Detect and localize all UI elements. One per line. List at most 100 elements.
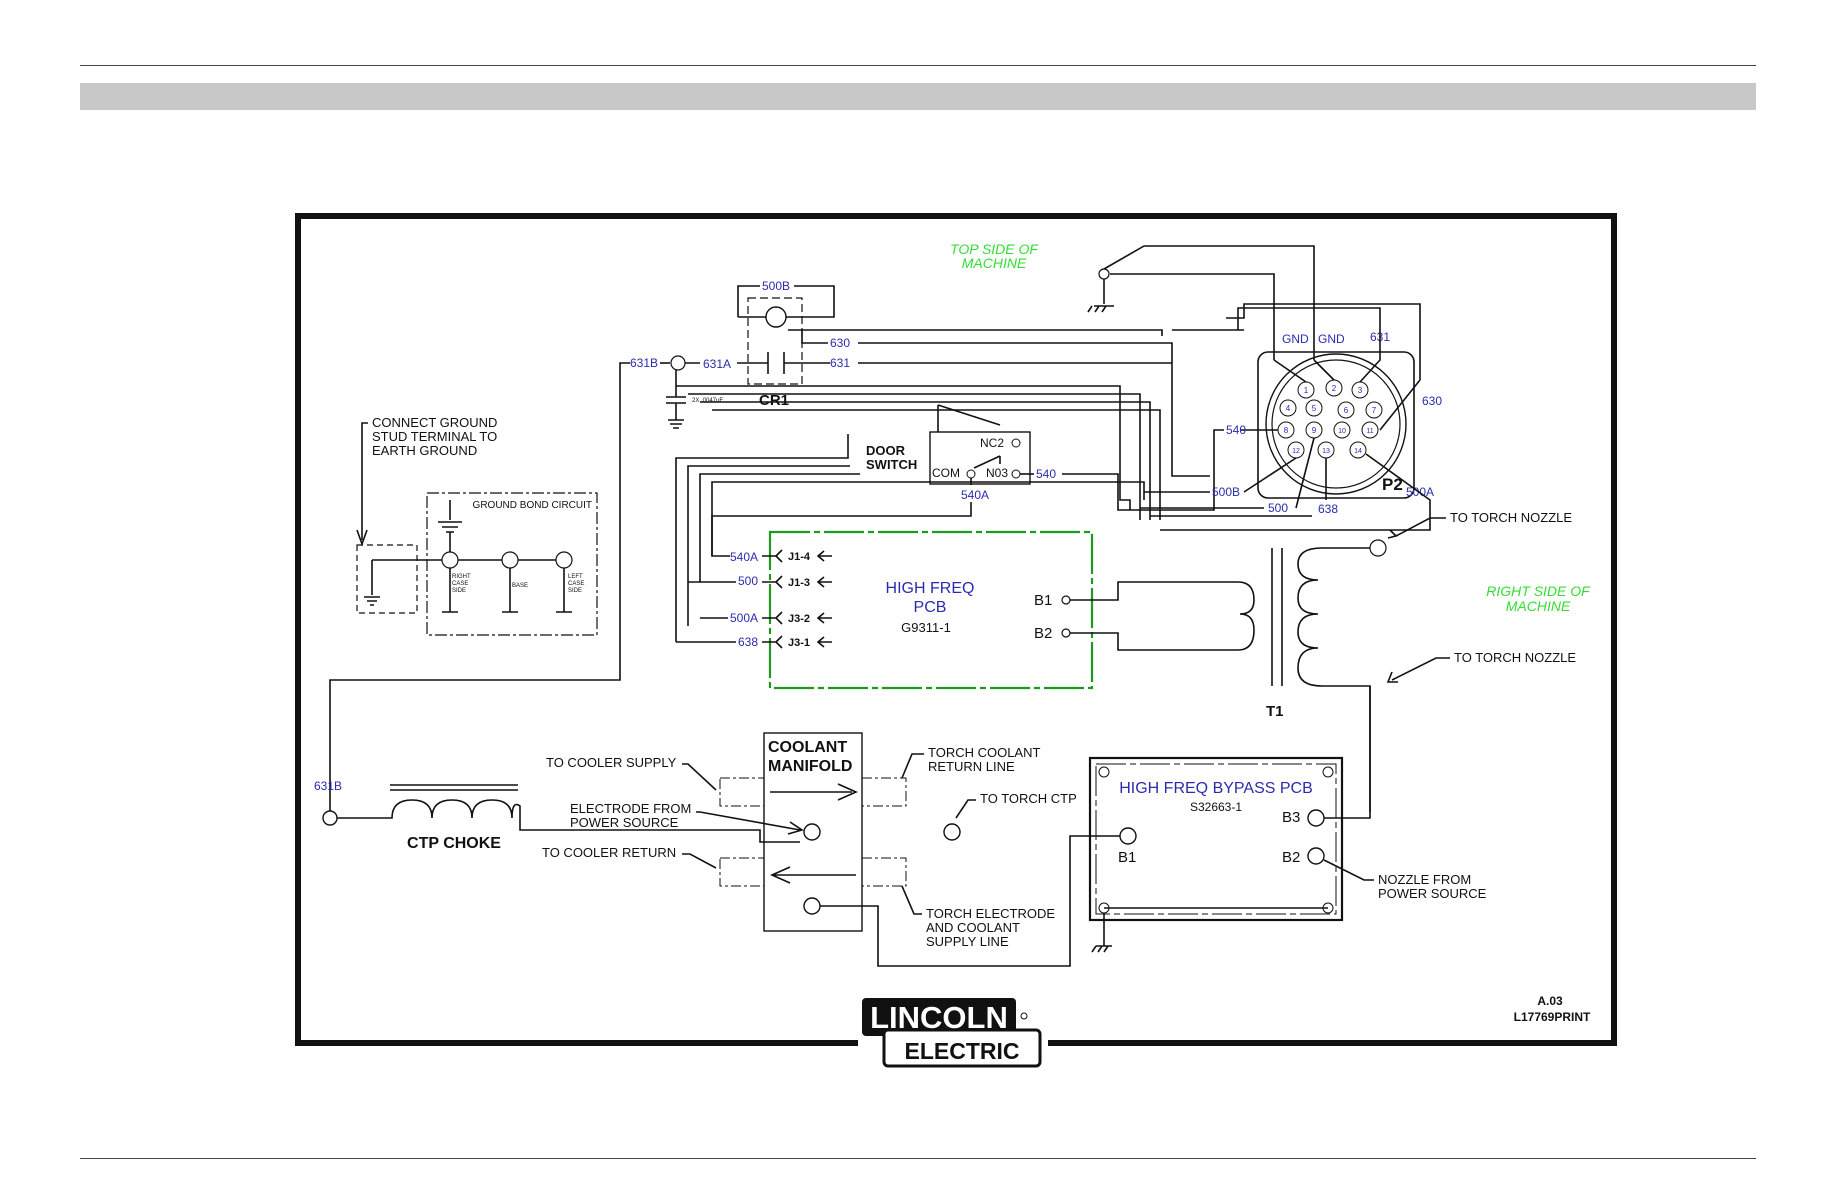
hf-pin-j3-1: J3-1 <box>788 637 810 649</box>
wire-540-switch-label: 540 <box>1036 467 1056 481</box>
bypass-pcb-part: S32663-1 <box>1190 800 1242 814</box>
bypass-pcb-b1: B1 <box>1118 849 1136 866</box>
print-id-label: L17769PRINT <box>1514 1010 1591 1024</box>
torch-electrode-fitting <box>803 897 821 915</box>
svg-text:11: 11 <box>1366 428 1373 435</box>
p2-pin-8: 8 <box>1277 421 1295 439</box>
lincoln-electric-logo: LINCOLN ELECTRIC <box>858 998 1048 1068</box>
door-switch-com: COM <box>932 466 960 480</box>
wire-631A-label: 631A <box>703 357 731 371</box>
p2-pin-3: 3 <box>1351 381 1369 399</box>
torch-coolant-return-2: RETURN LINE <box>928 759 1015 774</box>
p2-pin-9: 9 <box>1305 421 1323 439</box>
wire-540-p2-label: 540 <box>1226 423 1246 437</box>
svg-text:6: 6 <box>1344 406 1349 415</box>
svg-text:CASE: CASE <box>568 581 584 587</box>
hf-pcb-title-2: PCB <box>914 599 947 616</box>
ground-point-left-case <box>555 551 573 569</box>
bypass-pcb-b3: B3 <box>1282 809 1300 826</box>
wire-631B-choke-label: 631B <box>314 779 342 793</box>
p2-pin-11: 11 <box>1361 421 1379 439</box>
hf-pcb-b2: B2 <box>1034 625 1052 642</box>
ctp-choke-label: CTP CHOKE <box>407 835 501 852</box>
svg-text:BASE: BASE <box>512 583 528 589</box>
wire-638-label: 638 <box>738 635 758 649</box>
svg-text:CASE: CASE <box>452 581 468 587</box>
p2-pin-4: 4 <box>1279 399 1297 417</box>
svg-text:12: 12 <box>1292 448 1300 455</box>
right-side-label-2: MACHINE <box>1506 598 1571 614</box>
wire-500-label: 500 <box>738 574 758 588</box>
ground-note-2: STUD TERMINAL TO <box>372 429 497 444</box>
wire-540A-switch-label: 540A <box>961 488 989 502</box>
p2-pin-10: 10 <box>1333 421 1351 439</box>
wire-500A-label: 500A <box>730 611 758 625</box>
ground-point-base <box>501 551 519 569</box>
wire-500B-p2-label: 500B <box>1212 485 1240 499</box>
hf-pin-j1-4: J1-4 <box>788 551 811 563</box>
logo-line1: LINCOLN <box>870 1000 1008 1035</box>
svg-text:4: 4 <box>1286 404 1291 413</box>
manifold-title-2: MANIFOLD <box>768 758 852 775</box>
svg-text:10: 10 <box>1338 428 1346 435</box>
p2-pin-2: 2 <box>1325 379 1343 397</box>
p2-gnd-1: GND <box>1282 332 1309 346</box>
wire-631-label: 631 <box>830 356 850 370</box>
svg-text:14: 14 <box>1354 448 1362 455</box>
electrode-from-1: ELECTRODE FROM <box>570 801 691 816</box>
wire-631B-label: 631B <box>630 356 658 370</box>
hf-pcb-b1: B1 <box>1034 592 1052 609</box>
svg-text:3: 3 <box>1358 386 1363 395</box>
to-torch-nozzle-2: TO TORCH NOZZLE <box>1454 650 1576 665</box>
torch-electrode-3: SUPPLY LINE <box>926 934 1009 949</box>
ground-note-1: CONNECT GROUND <box>372 415 497 430</box>
svg-text:8: 8 <box>1284 426 1289 435</box>
p2-pin-14: 14 <box>1349 441 1367 459</box>
to-cooler-return-label: TO COOLER RETURN <box>542 845 676 860</box>
wire-630-label: 630 <box>830 336 850 350</box>
top-side-label-2: MACHINE <box>962 255 1027 271</box>
bypass-pcb-title: HIGH FREQ BYPASS PCB <box>1119 780 1313 797</box>
hf-pcb-part: G9311-1 <box>901 620 951 635</box>
p2-pin-13: 13 <box>1317 441 1335 459</box>
svg-text:LEFT: LEFT <box>568 574 583 580</box>
wiring-diagram: LINCOLN ELECTRIC A.03 L17769PRINT TOP SI… <box>295 213 1617 1068</box>
svg-text:13: 13 <box>1322 448 1330 455</box>
hf-pcb-title-1: HIGH FREQ <box>886 580 975 597</box>
wire-638-p2-label: 638 <box>1318 502 1338 516</box>
svg-text:SIDE: SIDE <box>452 588 466 594</box>
p2-pin-5: 5 <box>1305 399 1323 417</box>
torch-electrode-2: AND COOLANT <box>926 920 1020 935</box>
p2-pin-12: 12 <box>1287 441 1305 459</box>
torch-coolant-return-1: TORCH COOLANT <box>928 745 1040 760</box>
wire-630-p2-label: 630 <box>1422 394 1442 408</box>
p2-pin-1: 1 <box>1297 381 1315 399</box>
ground-bond-title: GROUND BOND CIRCUIT <box>473 500 592 511</box>
ground-note-3: EARTH GROUND <box>372 443 477 458</box>
logo-line2: ELECTRIC <box>905 1038 1020 1064</box>
svg-text:9: 9 <box>1312 426 1317 435</box>
p2-pin-7: 7 <box>1365 401 1383 419</box>
ground-point-right-case <box>441 551 459 569</box>
hf-pin-j3-2: J3-2 <box>788 613 810 625</box>
svg-text:5: 5 <box>1312 404 1317 413</box>
revision-label: A.03 <box>1537 994 1563 1008</box>
to-torch-nozzle-1: TO TORCH NOZZLE <box>1450 510 1572 525</box>
to-cooler-supply-label: TO COOLER SUPPLY <box>546 755 677 770</box>
torch-ctp-fitting <box>943 823 961 841</box>
t1-label: T1 <box>1266 703 1284 720</box>
to-torch-ctp-label: TO TORCH CTP <box>980 791 1077 806</box>
door-switch-label-2: SWITCH <box>866 457 917 472</box>
svg-text:2: 2 <box>1332 384 1337 393</box>
p2-pin-6: 6 <box>1337 401 1355 419</box>
right-side-label-1: RIGHT SIDE OF <box>1486 583 1591 599</box>
nozzle-from-1: NOZZLE FROM <box>1378 872 1471 887</box>
wire-540A-label: 540A <box>730 550 758 564</box>
electrode-from-2: POWER SOURCE <box>570 815 679 830</box>
hf-pin-j1-3: J1-3 <box>788 577 810 589</box>
svg-text:SIDE: SIDE <box>568 588 582 594</box>
door-switch-nc: NC2 <box>980 436 1004 450</box>
door-switch-label-1: DOOR <box>866 443 906 458</box>
svg-text:RIGHT: RIGHT <box>452 574 471 580</box>
svg-text:7: 7 <box>1372 406 1377 415</box>
